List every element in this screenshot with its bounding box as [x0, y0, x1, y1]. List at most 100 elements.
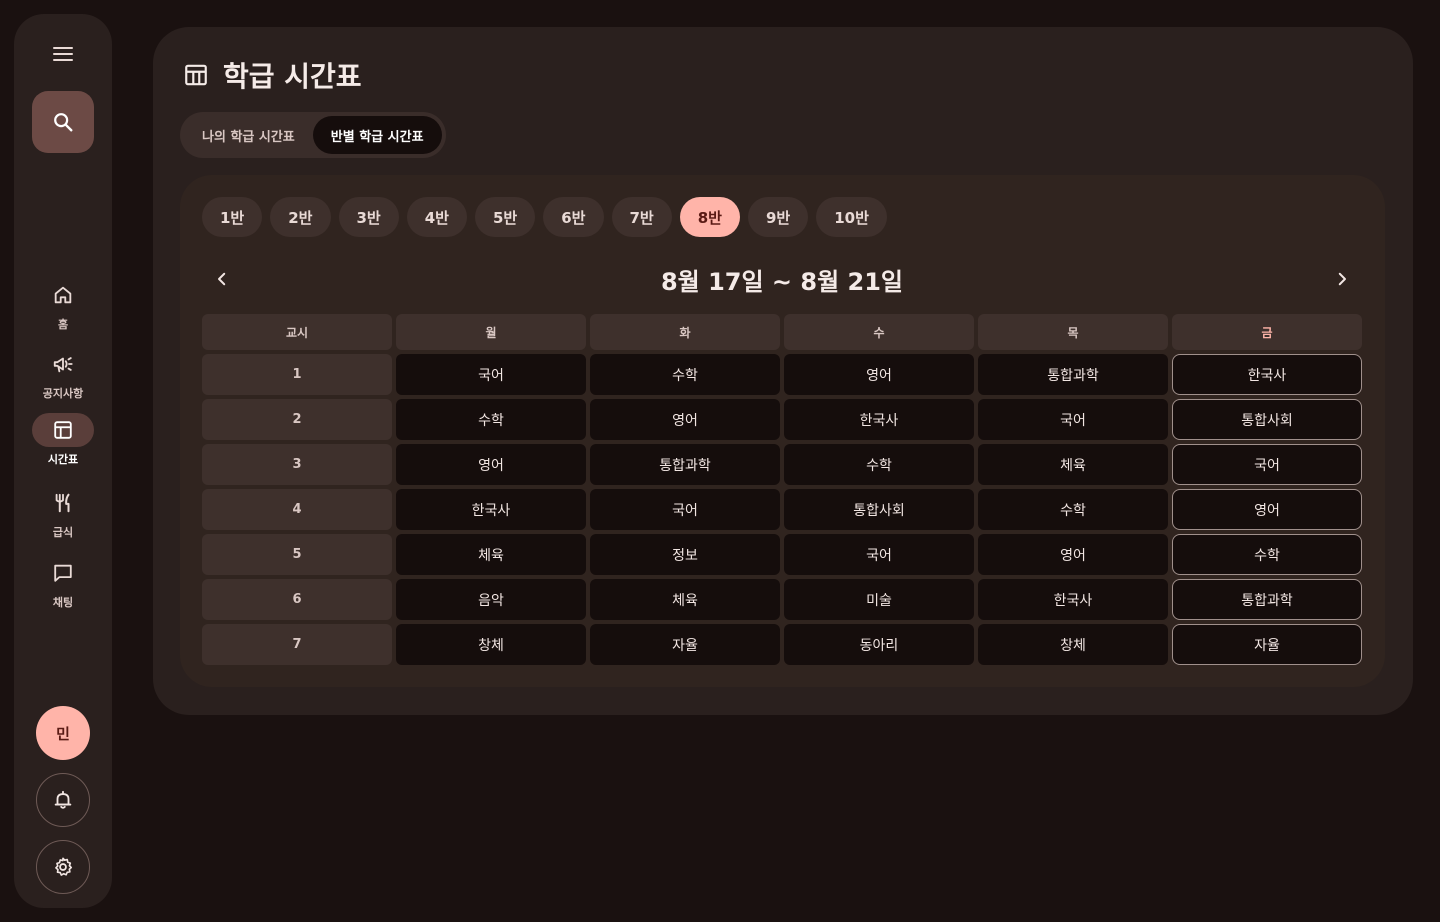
- subject-cell[interactable]: 미술: [784, 579, 974, 620]
- period-number: 2: [202, 399, 392, 440]
- subject-cell[interactable]: 정보: [590, 534, 780, 575]
- class-chip[interactable]: 3반: [338, 197, 399, 237]
- subject-cell[interactable]: 통합과학: [978, 354, 1168, 395]
- day-header: 화: [590, 314, 780, 350]
- class-chip[interactable]: 5반: [475, 197, 536, 237]
- subject-cell[interactable]: 자율: [590, 624, 780, 665]
- day-header: 목: [978, 314, 1168, 350]
- timetable-view-toggle: 나의 학급 시간표 반별 학급 시간표: [180, 112, 446, 158]
- table-icon: [185, 64, 207, 86]
- subject-cell[interactable]: 수학: [590, 354, 780, 395]
- gear-icon: [55, 857, 73, 876]
- next-week-button[interactable]: [1322, 259, 1362, 299]
- subject-cell[interactable]: 국어: [978, 399, 1168, 440]
- class-chip[interactable]: 10반: [816, 197, 887, 237]
- subject-cell[interactable]: 통합과학: [590, 444, 780, 485]
- period-number: 5: [202, 534, 392, 575]
- subject-cell[interactable]: 영어: [784, 354, 974, 395]
- timetable-grid: 교시 월 화 수 목 금 1 국어 수학 영어 통합과학 한국사 2 수학 영어…: [202, 314, 1362, 669]
- search-icon: [54, 113, 73, 132]
- subject-cell[interactable]: 국어: [784, 534, 974, 575]
- sidebar-item-label: 채팅: [52, 596, 74, 609]
- subject-cell[interactable]: 음악: [396, 579, 586, 620]
- sidebar-item-pill: [32, 347, 94, 381]
- sidebar-item-label: 공지사항: [42, 387, 84, 400]
- subject-cell[interactable]: 한국사: [396, 489, 586, 530]
- page-title: 학급 시간표: [223, 60, 362, 93]
- tab-class-timetable[interactable]: 반별 학급 시간표: [312, 116, 442, 154]
- sidebar-item-label: 시간표: [47, 453, 79, 466]
- class-chip[interactable]: 9반: [748, 197, 809, 237]
- sidebar-item-timetable[interactable]: 시간표: [14, 413, 112, 467]
- subject-cell[interactable]: 국어: [590, 489, 780, 530]
- chevron-right-icon: [1338, 272, 1346, 286]
- notifications-button[interactable]: [36, 773, 90, 827]
- class-selector: 1반 2반 3반 4반 5반 6반 7반 8반 9반 10반: [202, 197, 887, 237]
- subject-cell[interactable]: 수학: [784, 444, 974, 485]
- subject-cell-today[interactable]: 국어: [1172, 444, 1362, 485]
- subject-cell[interactable]: 영어: [396, 444, 586, 485]
- subject-cell-today[interactable]: 영어: [1172, 489, 1362, 530]
- period-number: 1: [202, 354, 392, 395]
- subject-cell[interactable]: 동아리: [784, 624, 974, 665]
- subject-cell[interactable]: 영어: [590, 399, 780, 440]
- table-icon: [54, 421, 72, 439]
- period-number: 4: [202, 489, 392, 530]
- class-chip[interactable]: 2반: [270, 197, 331, 237]
- subject-cell-today[interactable]: 수학: [1172, 534, 1362, 575]
- subject-cell[interactable]: 한국사: [784, 399, 974, 440]
- class-chip[interactable]: 7반: [611, 197, 672, 237]
- period-number: 6: [202, 579, 392, 620]
- previous-week-button[interactable]: [202, 259, 242, 299]
- sidebar-item-label: 홈: [57, 318, 69, 331]
- subject-cell[interactable]: 수학: [978, 489, 1168, 530]
- subject-cell[interactable]: 수학: [396, 399, 586, 440]
- sidebar-item-home[interactable]: 홈: [14, 278, 112, 332]
- sidebar-item-chat[interactable]: 채팅: [14, 556, 112, 610]
- search-button[interactable]: [32, 91, 94, 153]
- sidebar-item-pill: [32, 278, 94, 312]
- class-chip-selected[interactable]: 8반: [679, 197, 740, 237]
- period-number: 7: [202, 624, 392, 665]
- avatar[interactable]: 민: [36, 706, 90, 760]
- subject-cell-today[interactable]: 통합사회: [1172, 399, 1362, 440]
- subject-cell-today[interactable]: 통합과학: [1172, 579, 1362, 620]
- class-timetable-panel: 1반 2반 3반 4반 5반 6반 7반 8반 9반 10반 8월 17일 ~ …: [180, 175, 1385, 687]
- day-header-today: 금: [1172, 314, 1362, 350]
- subject-cell[interactable]: 통합사회: [784, 489, 974, 530]
- subject-cell[interactable]: 체육: [396, 534, 586, 575]
- menu-button[interactable]: [43, 38, 83, 70]
- navigation-rail: 홈 공지사항 시간표 급식 채팅 민: [14, 14, 112, 908]
- subject-cell[interactable]: 창체: [396, 624, 586, 665]
- class-chip[interactable]: 6반: [543, 197, 604, 237]
- chat-icon: [54, 564, 72, 582]
- period-column-header: 교시: [202, 314, 392, 350]
- sidebar-item-pill: [32, 556, 94, 590]
- tab-my-class-timetable[interactable]: 나의 학급 시간표: [184, 116, 313, 154]
- class-chip[interactable]: 1반: [202, 197, 263, 237]
- subject-cell-today[interactable]: 한국사: [1172, 354, 1362, 395]
- subject-cell[interactable]: 국어: [396, 354, 586, 395]
- subject-cell[interactable]: 체육: [590, 579, 780, 620]
- settings-button[interactable]: [36, 840, 90, 894]
- subject-cell[interactable]: 영어: [978, 534, 1168, 575]
- megaphone-icon: [53, 357, 73, 373]
- subject-cell[interactable]: 창체: [978, 624, 1168, 665]
- subject-cell[interactable]: 체육: [978, 444, 1168, 485]
- sidebar-item-pill: [32, 413, 94, 447]
- day-header: 월: [396, 314, 586, 350]
- subject-cell[interactable]: 한국사: [978, 579, 1168, 620]
- sidebar-item-notice[interactable]: 공지사항: [14, 347, 112, 401]
- menu-icon: [53, 47, 73, 61]
- home-icon: [54, 286, 72, 304]
- sidebar-item-meal[interactable]: 급식: [14, 486, 112, 540]
- class-chip[interactable]: 4반: [406, 197, 467, 237]
- sidebar-item-pill: [32, 486, 94, 520]
- bell-icon: [54, 790, 72, 809]
- week-range-label: 8월 17일 ~ 8월 21일: [660, 267, 904, 296]
- chevron-left-icon: [218, 272, 226, 286]
- day-header: 수: [784, 314, 974, 350]
- subject-cell-today[interactable]: 자율: [1172, 624, 1362, 665]
- utensils-icon: [55, 493, 70, 513]
- sidebar-item-label: 급식: [52, 526, 74, 539]
